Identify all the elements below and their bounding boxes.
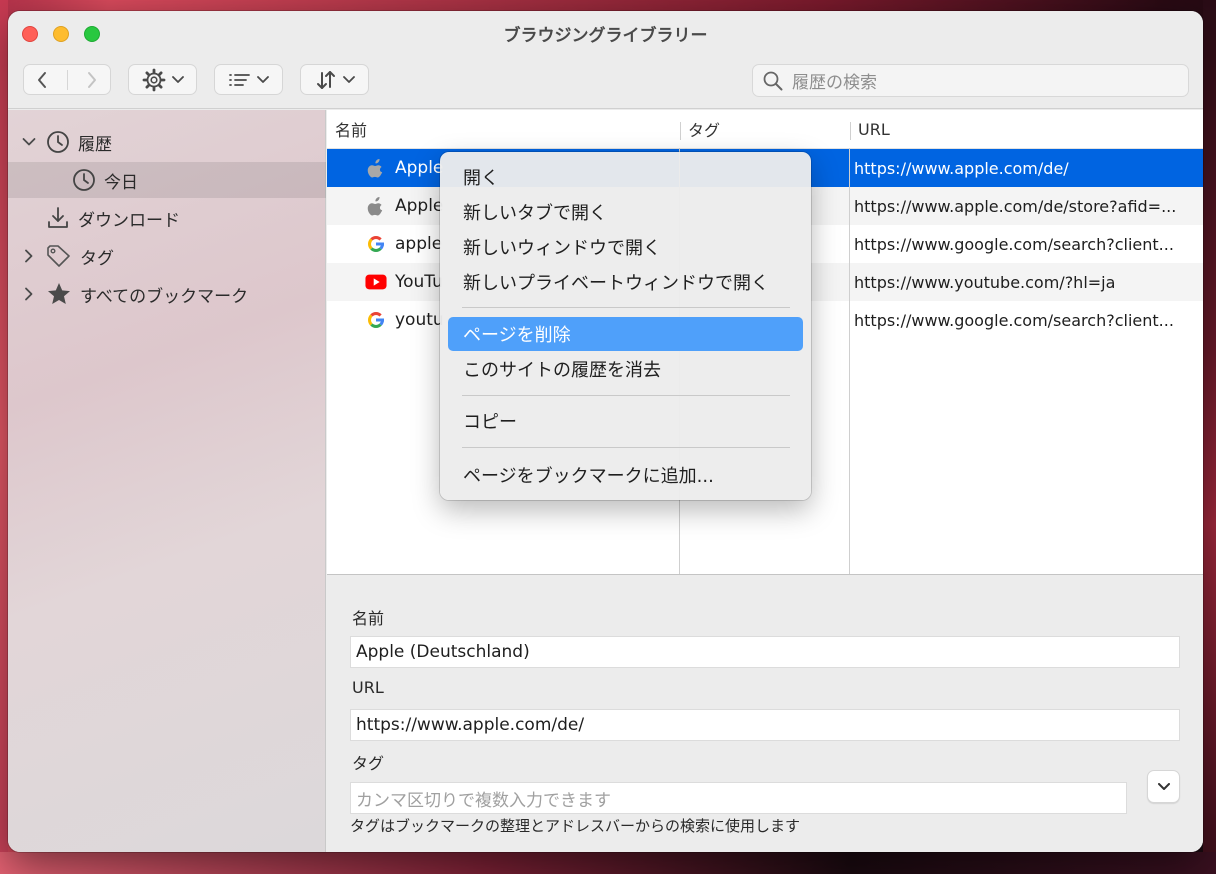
toolbar: ブラウジングライブラリー 履歴の検索 bbox=[8, 11, 1203, 109]
row-url: https://www.youtube.com/?hl=ja bbox=[854, 272, 1116, 292]
sort-button[interactable] bbox=[300, 64, 369, 95]
sidebar-item-all-bookmarks[interactable]: すべてのブックマーク bbox=[8, 276, 326, 312]
view-options-button[interactable] bbox=[214, 64, 283, 95]
sidebar-item-label: ダウンロード bbox=[78, 210, 180, 231]
google-icon bbox=[365, 309, 387, 331]
download-icon bbox=[48, 207, 68, 228]
tag-label: タグ bbox=[352, 754, 385, 773]
sidebar-item-label: すべてのブックマーク bbox=[80, 286, 249, 307]
chevron-right-icon bbox=[25, 287, 33, 301]
google-icon bbox=[365, 233, 387, 255]
column-separator bbox=[849, 148, 850, 574]
sort-arrows-icon bbox=[316, 70, 335, 89]
column-divider bbox=[680, 122, 681, 140]
chevron-right-icon bbox=[25, 249, 33, 263]
apple-icon bbox=[365, 195, 387, 217]
window-title: ブラウジングライブラリー bbox=[503, 26, 708, 46]
sidebar: 履歴 今日 ダウンロード タグ すべてのブックマーク bbox=[8, 110, 326, 852]
desktop-stripe bbox=[0, 852, 1216, 874]
url-cell: https://www.google.com/search?client... bbox=[854, 225, 1200, 263]
tag-hint-text: タグはブックマークの整理とアドレスバーからの検索に使用します bbox=[350, 817, 801, 835]
url-cell: https://www.apple.com/de/ bbox=[854, 149, 1200, 187]
column-divider bbox=[850, 122, 851, 140]
back-button[interactable] bbox=[24, 71, 61, 89]
menu-item-clear-site-history[interactable]: このサイトの履歴を消去 bbox=[448, 352, 803, 386]
clock-icon bbox=[73, 169, 95, 191]
gear-icon bbox=[142, 68, 165, 91]
name-label: 名前 bbox=[352, 609, 385, 628]
name-cell: youtu bbox=[365, 301, 444, 339]
tag-placeholder: カンマ区切りで複数入力できます bbox=[356, 790, 611, 811]
tag-icon bbox=[47, 245, 70, 267]
column-header-url[interactable]: URL bbox=[858, 110, 890, 148]
menu-item-add-bookmark[interactable]: ページをブックマークに追加... bbox=[448, 458, 803, 492]
clock-icon bbox=[47, 131, 69, 153]
name-field[interactable]: Apple (Deutschland) bbox=[350, 636, 1180, 668]
chevron-left-icon bbox=[38, 71, 47, 88]
row-name: Apple bbox=[395, 158, 444, 178]
row-name: YouTu bbox=[395, 272, 443, 292]
row-name: youtu bbox=[395, 310, 444, 330]
desktop-stripe bbox=[1203, 0, 1216, 874]
chevron-right-icon bbox=[87, 71, 96, 88]
name-cell: Apple bbox=[365, 149, 443, 187]
row-url: https://www.google.com/search?client... bbox=[854, 310, 1174, 330]
sidebar-item-today[interactable]: 今日 bbox=[8, 162, 326, 198]
sidebar-item-history[interactable]: 履歴 bbox=[8, 124, 326, 160]
navigation-buttons bbox=[23, 64, 111, 95]
context-menu: 開く 新しいタブで開く 新しいウィンドウで開く 新しいプライベートウィンドウで開… bbox=[440, 152, 811, 500]
chevron-down-icon bbox=[1157, 782, 1170, 790]
row-url: https://www.apple.com/de/store?afid=... bbox=[854, 196, 1177, 216]
chevron-down-icon bbox=[171, 75, 184, 83]
menu-item-copy[interactable]: コピー bbox=[448, 404, 803, 438]
menu-item-open-private-window[interactable]: 新しいプライベートウィンドウで開く bbox=[448, 265, 803, 299]
row-url: https://www.apple.com/de/ bbox=[854, 158, 1069, 178]
name-cell: apple bbox=[365, 225, 442, 263]
row-name: Apple bbox=[395, 196, 444, 216]
sidebar-item-downloads[interactable]: ダウンロード bbox=[8, 200, 326, 236]
name-value: Apple (Deutschland) bbox=[356, 642, 530, 662]
desktop-stripe bbox=[0, 0, 8, 874]
youtube-icon bbox=[365, 271, 387, 293]
menu-separator bbox=[462, 307, 790, 308]
chevron-down-icon bbox=[256, 75, 269, 83]
apple-icon bbox=[365, 157, 387, 179]
chevron-down-icon bbox=[22, 138, 36, 146]
menu-item-open-new-tab[interactable]: 新しいタブで開く bbox=[448, 195, 803, 229]
menu-item-delete-page[interactable]: ページを削除 bbox=[448, 317, 803, 351]
sidebar-item-tags[interactable]: タグ bbox=[8, 238, 326, 274]
search-icon bbox=[763, 71, 783, 90]
name-cell: Apple bbox=[365, 187, 443, 225]
menu-item-open-new-window[interactable]: 新しいウィンドウで開く bbox=[448, 230, 803, 264]
divider bbox=[66, 69, 68, 90]
settings-menu-button[interactable] bbox=[128, 64, 197, 95]
name-cell: YouTu bbox=[365, 263, 443, 301]
menu-item-open[interactable]: 開く bbox=[448, 160, 803, 194]
star-icon bbox=[48, 283, 70, 304]
url-label: URL bbox=[352, 678, 384, 697]
menu-separator bbox=[462, 447, 790, 448]
tag-dropdown-button[interactable] bbox=[1147, 770, 1180, 803]
list-icon bbox=[228, 73, 250, 86]
row-url: https://www.google.com/search?client... bbox=[854, 234, 1174, 254]
tag-field[interactable]: カンマ区切りで複数入力できます bbox=[350, 782, 1127, 814]
sidebar-item-label: 今日 bbox=[104, 172, 138, 193]
history-search-field[interactable]: 履歴の検索 bbox=[752, 64, 1189, 97]
column-header-name[interactable]: 名前 bbox=[335, 110, 367, 148]
url-cell: https://www.youtube.com/?hl=ja bbox=[854, 263, 1200, 301]
sidebar-item-label: タグ bbox=[80, 248, 114, 269]
url-cell: https://www.google.com/search?client... bbox=[854, 301, 1200, 339]
search-placeholder: 履歴の検索 bbox=[792, 73, 877, 93]
column-header-tag[interactable]: タグ bbox=[688, 110, 720, 148]
row-name: apple bbox=[395, 234, 443, 254]
url-field[interactable]: https://www.apple.com/de/ bbox=[350, 709, 1180, 741]
forward-button[interactable] bbox=[73, 71, 110, 89]
sidebar-item-label: 履歴 bbox=[78, 134, 112, 155]
chevron-down-icon bbox=[342, 75, 355, 83]
menu-separator bbox=[462, 395, 790, 396]
url-value: https://www.apple.com/de/ bbox=[356, 715, 585, 735]
details-panel: 名前 Apple (Deutschland) URL https://www.a… bbox=[327, 574, 1203, 852]
url-cell: https://www.apple.com/de/store?afid=... bbox=[854, 187, 1200, 225]
